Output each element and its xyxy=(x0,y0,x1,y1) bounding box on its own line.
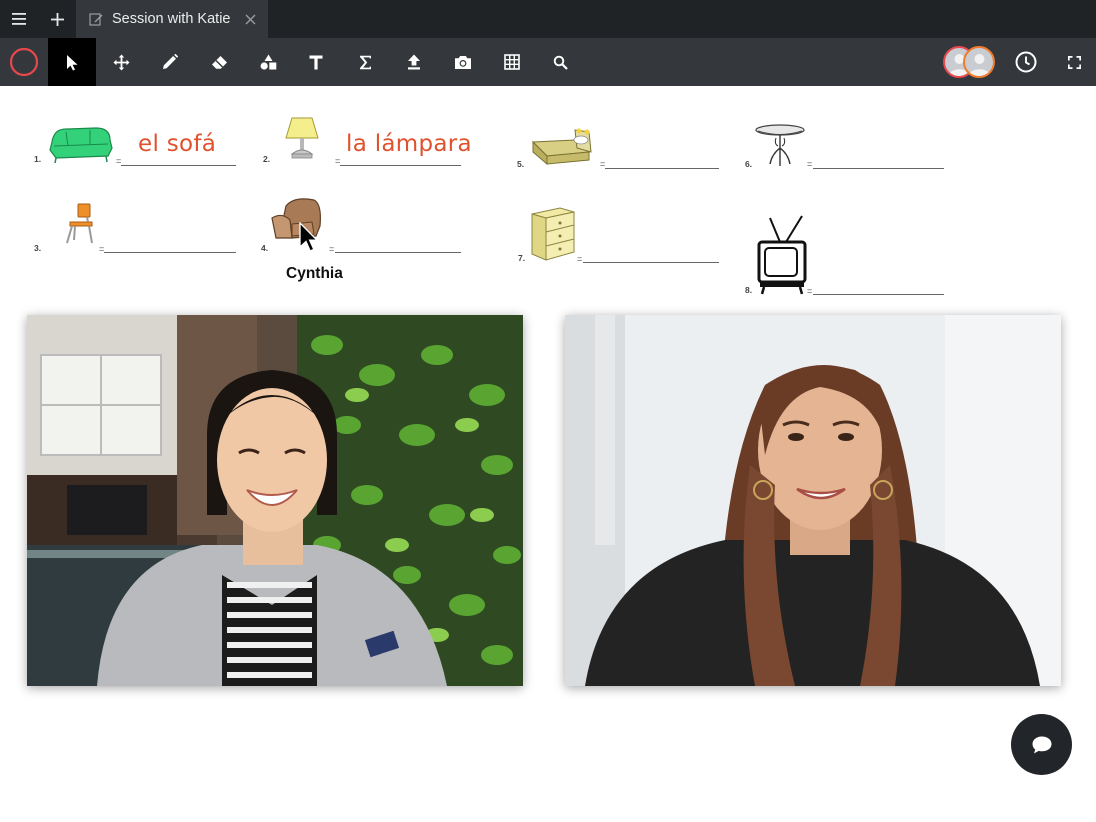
record-icon[interactable] xyxy=(0,38,48,86)
clock-icon[interactable] xyxy=(1002,38,1050,86)
hamburger-menu-icon[interactable] xyxy=(0,0,38,38)
chat-button[interactable] xyxy=(1011,714,1072,775)
bed-icon xyxy=(531,128,592,166)
remote-cursor-icon xyxy=(299,222,318,252)
participant-video-left xyxy=(27,315,523,686)
answer-line xyxy=(813,168,944,169)
answer-line xyxy=(340,165,461,166)
close-icon[interactable] xyxy=(242,11,258,27)
table-icon xyxy=(755,124,805,166)
answer-line xyxy=(605,168,719,169)
equals-sign: = xyxy=(329,244,335,254)
tab-session[interactable]: Session with Katie xyxy=(76,0,268,38)
item-number: 3. xyxy=(34,243,42,253)
search-icon[interactable] xyxy=(536,38,584,86)
item-number: 2. xyxy=(263,154,271,164)
fullscreen-icon[interactable] xyxy=(1050,38,1096,86)
item-number: 1. xyxy=(34,154,42,164)
chair-icon xyxy=(66,203,93,244)
video-feed xyxy=(27,315,523,686)
avatar xyxy=(963,46,995,78)
shapes-icon[interactable] xyxy=(244,38,292,86)
item-number: 5. xyxy=(517,159,525,169)
television-icon xyxy=(757,215,807,295)
item-number: 8. xyxy=(745,285,753,295)
lamp-icon xyxy=(285,117,319,159)
answer-line xyxy=(121,165,236,166)
sigma-icon[interactable] xyxy=(341,38,389,86)
answer-line xyxy=(335,252,461,253)
item-number: 4. xyxy=(261,243,269,253)
upload-icon[interactable] xyxy=(390,38,438,86)
participant-video-right xyxy=(565,315,1061,686)
pencil-icon[interactable] xyxy=(146,38,194,86)
text-icon[interactable] xyxy=(292,38,340,86)
move-icon[interactable] xyxy=(97,38,145,86)
item-number: 7. xyxy=(518,253,526,263)
equals-sign: = xyxy=(807,159,813,169)
participants-avatars-icon[interactable] xyxy=(943,46,997,78)
equals-sign: = xyxy=(807,286,813,296)
eraser-icon[interactable] xyxy=(195,38,243,86)
answer-text: el sofá xyxy=(138,131,217,157)
answer-line xyxy=(583,262,719,263)
edit-icon xyxy=(89,12,104,27)
tab-bar: Session with Katie xyxy=(0,0,1096,38)
answer-line xyxy=(104,252,236,253)
answer-line xyxy=(813,294,944,295)
video-feed xyxy=(565,315,1061,686)
cursor-arrow-icon[interactable] xyxy=(48,38,96,86)
answer-text: la lámpara xyxy=(346,131,472,157)
camera-icon[interactable] xyxy=(439,38,487,86)
item-number: 6. xyxy=(745,159,753,169)
chat-bubble-icon xyxy=(1032,736,1051,753)
plus-icon[interactable] xyxy=(38,0,76,38)
dresser-icon xyxy=(531,207,575,261)
equals-sign: = xyxy=(577,254,583,264)
worksheet: 1. = el sofá 2. = la lámpara 3. = 4. = C… xyxy=(0,86,1096,308)
remote-cursor-label: Cynthia xyxy=(286,265,343,282)
tab-title: Session with Katie xyxy=(112,11,231,27)
grid-icon[interactable] xyxy=(488,38,536,86)
sofa-icon xyxy=(49,127,113,164)
toolbar xyxy=(0,38,1096,86)
